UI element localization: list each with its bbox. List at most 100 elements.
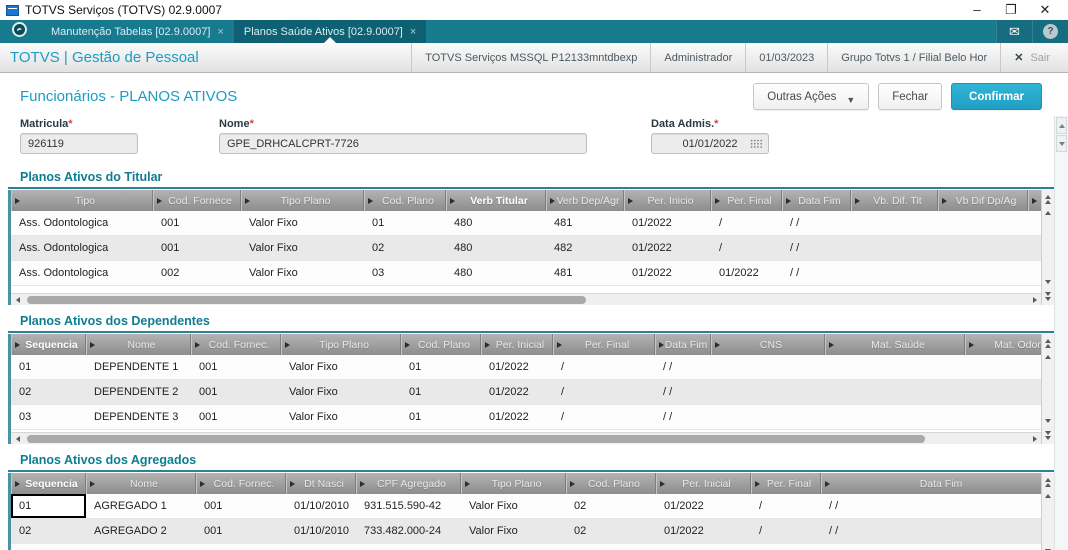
tab-manutencao-tabelas[interactable]: Manutenção Tabelas [02.9.0007] × [41, 20, 234, 43]
column-header[interactable]: Data Fim [655, 334, 711, 355]
tab-close-icon[interactable]: × [410, 26, 416, 38]
scroll-up-icon[interactable] [1042, 206, 1054, 220]
grid-horizontal-scrollbar[interactable] [11, 293, 1041, 305]
grid-cell[interactable]: AGREGADO 1 [86, 494, 196, 518]
minimize-button[interactable]: – [960, 2, 994, 18]
grid-cell[interactable]: 02 [566, 494, 656, 518]
grid-cell[interactable]: Ass. Odontologica [11, 211, 153, 235]
calendar-icon[interactable] [750, 139, 763, 149]
grid-cell[interactable]: 482 [546, 236, 624, 260]
grid-cell[interactable]: / [751, 519, 821, 543]
grid-cell[interactable]: Valor Fixo [281, 405, 401, 429]
table-row[interactable]: Ass. Odontologica 002 Valor Fixo 03 480 481 01… [11, 261, 1041, 286]
grid-cell[interactable] [825, 405, 965, 429]
grid-cell[interactable]: Valor Fixo [461, 519, 566, 543]
totvs-menu-icon[interactable] [12, 22, 27, 37]
grid-cell[interactable]: 01/2022 [656, 494, 751, 518]
table-row[interactable]: 02 AGREGADO 2 001 01/10/2010 733.482.000-24 V… [11, 519, 1041, 544]
grid-cell[interactable]: 01/2022 [624, 236, 711, 260]
matricula-field[interactable]: 926119 [20, 133, 138, 154]
grid-cell[interactable] [825, 380, 965, 404]
column-header[interactable]: Vb Dif Dp/Ag [938, 190, 1028, 211]
grid-cell[interactable]: DEPENDENTE 3 [86, 405, 191, 429]
grid-cell[interactable]: / [553, 405, 655, 429]
grid-cell[interactable] [938, 261, 1028, 285]
grid-cell[interactable] [965, 405, 1041, 429]
grid-cell[interactable]: Valor Fixo [241, 211, 364, 235]
grid-cell[interactable]: 01 [401, 380, 481, 404]
table-row[interactable]: Ass. Odontologica 001 Valor Fixo 02 480 482 01… [11, 236, 1041, 261]
scroll-last-icon[interactable] [1042, 428, 1054, 442]
column-header[interactable]: Verb Dep/Agr [546, 190, 624, 211]
tab-close-icon[interactable]: × [217, 26, 223, 38]
grid-cell[interactable]: 001 [191, 355, 281, 379]
grid-horizontal-scrollbar[interactable] [11, 432, 1041, 444]
other-actions-button[interactable]: Outras Ações ▼ [753, 83, 870, 110]
scroll-last-icon[interactable] [1042, 289, 1054, 303]
grid-cell[interactable]: / [711, 236, 782, 260]
column-header[interactable]: Sequencia [11, 334, 86, 355]
grid-cell[interactable]: 001 [191, 380, 281, 404]
grid-cell[interactable] [711, 380, 825, 404]
restore-button[interactable]: ❐ [994, 2, 1028, 18]
grid-cell[interactable]: / / [655, 405, 711, 429]
scroll-left-icon[interactable] [11, 294, 24, 305]
grid-vertical-scrollbar[interactable] [1041, 334, 1054, 444]
grid-cell[interactable] [711, 355, 825, 379]
grid-cell[interactable] [711, 405, 825, 429]
grid-cell[interactable]: 01/2022 [481, 355, 553, 379]
scroll-first-icon[interactable] [1042, 192, 1054, 206]
grid-cell[interactable]: 02 [364, 236, 446, 260]
grid-cell[interactable]: / [711, 211, 782, 235]
column-header[interactable]: Per. Final [553, 334, 655, 355]
column-header[interactable]: Cod. Fornece [153, 190, 241, 211]
grid-cell[interactable]: Valor Fixo [241, 236, 364, 260]
grid-cell[interactable]: / / [655, 355, 711, 379]
grid-cell[interactable]: 001 [196, 519, 286, 543]
grid-cell[interactable]: 01/2022 [481, 405, 553, 429]
grid-cell[interactable] [851, 211, 938, 235]
grid-cell[interactable]: 01/2022 [481, 380, 553, 404]
close-form-button[interactable]: Fechar [878, 83, 943, 110]
page-scroll-down-icon[interactable] [1056, 135, 1067, 152]
column-header[interactable]: Tipo [11, 190, 153, 211]
help-icon[interactable]: ? [1032, 20, 1068, 43]
logout-button[interactable]: ✕ Sair [1000, 43, 1068, 72]
grid-cell[interactable]: / / [821, 494, 1041, 518]
grid-cell[interactable] [825, 355, 965, 379]
grid-cell[interactable] [1028, 236, 1041, 260]
grid-cell[interactable]: 001 [191, 405, 281, 429]
grid-cell[interactable]: 001 [153, 211, 241, 235]
grid-cell[interactable] [938, 236, 1028, 260]
column-header[interactable]: Dt Nasci [286, 473, 356, 494]
grid-cell[interactable] [851, 236, 938, 260]
table-row[interactable]: 01 DEPENDENTE 1 001 Valor Fixo 01 01/2022// / [11, 355, 1041, 380]
column-header[interactable]: Cod. Fornec. [196, 473, 286, 494]
grid-cell[interactable]: Ass. Odontologica [11, 261, 153, 285]
page-vertical-scrollbar[interactable] [1054, 116, 1068, 550]
grid-cell[interactable]: 03 [364, 261, 446, 285]
grid-cell[interactable]: 481 [546, 211, 624, 235]
column-header[interactable]: Tipo Plano [241, 190, 364, 211]
column-header[interactable]: Per. Final [751, 473, 821, 494]
grid-cell[interactable]: 001 [196, 494, 286, 518]
column-header[interactable]: Per. Final [711, 190, 782, 211]
grid-cell[interactable] [965, 380, 1041, 404]
grid-cell[interactable]: Valor Fixo [461, 494, 566, 518]
grid-cell[interactable]: 03 [11, 405, 86, 429]
grid-cell[interactable]: 480 [446, 211, 546, 235]
column-header[interactable]: Data Fim [821, 473, 1041, 494]
grid-cell[interactable] [1028, 261, 1041, 285]
grid-cell[interactable]: 01 [11, 355, 86, 379]
grid-cell[interactable]: 001 [153, 236, 241, 260]
column-header[interactable]: Cod. Plano [566, 473, 656, 494]
column-header[interactable]: Data Fim [782, 190, 851, 211]
scroll-first-icon[interactable] [1042, 475, 1054, 489]
column-header[interactable]: Mat. Saúde [825, 334, 965, 355]
scroll-down-icon[interactable] [1042, 275, 1054, 289]
scroll-right-icon[interactable] [1028, 433, 1041, 444]
grid-cell[interactable]: Valor Fixo [241, 261, 364, 285]
grid-cell[interactable]: 01/10/2010 [286, 494, 356, 518]
column-header[interactable]: Nome [86, 334, 191, 355]
grid-cell[interactable]: / [751, 494, 821, 518]
